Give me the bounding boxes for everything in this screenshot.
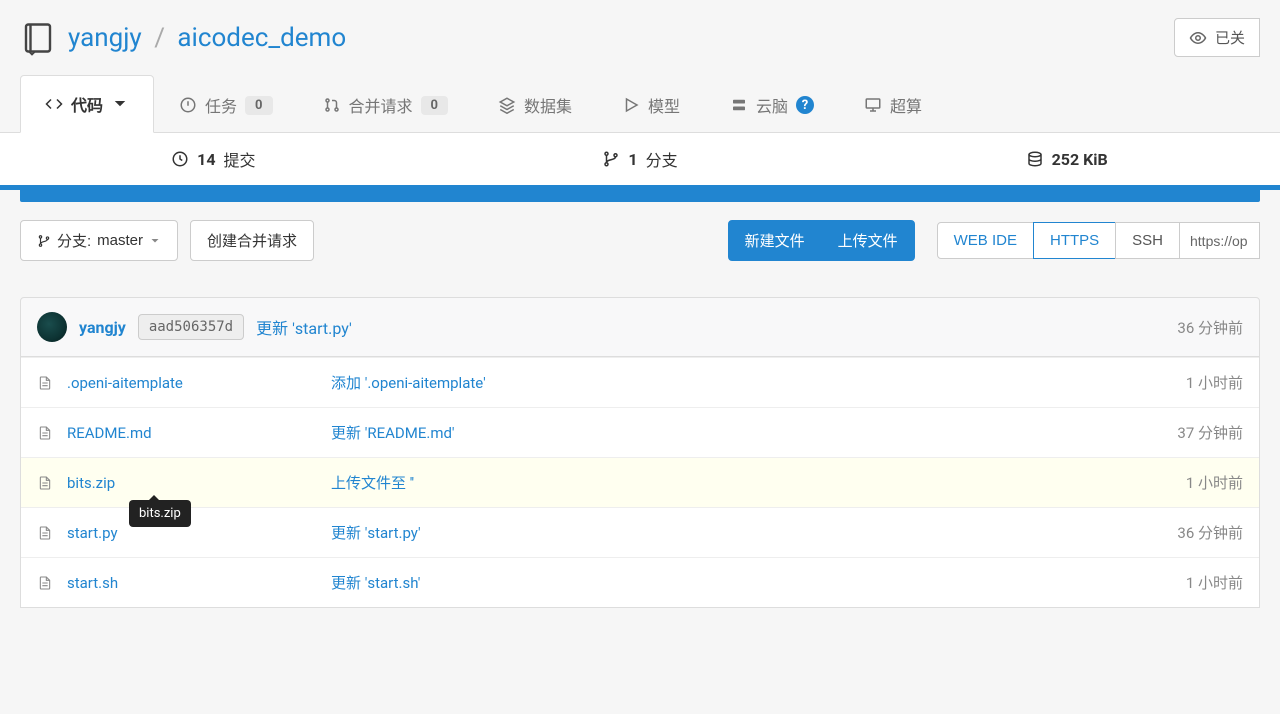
commits-count: 14 xyxy=(197,150,215,169)
latest-commit-bar: yangjy aad506357d 更新 'start.py' 36 分钟前 xyxy=(20,297,1260,357)
issue-icon xyxy=(179,96,197,114)
file-time: 37 分钟前 xyxy=(1177,422,1243,443)
pulls-count-badge: 0 xyxy=(421,96,448,115)
file-time: 1 小时前 xyxy=(1186,472,1243,493)
branch-prefix: 分支: xyxy=(57,230,91,251)
https-button[interactable]: HTTPS xyxy=(1033,222,1116,259)
history-icon xyxy=(171,150,189,168)
file-icon xyxy=(37,375,53,391)
tab-cloudbrain[interactable]: 云脑 ? xyxy=(705,76,839,133)
file-name-link[interactable]: .openi-aitemplate xyxy=(67,374,317,392)
tab-code-label: 代码 xyxy=(71,92,103,116)
tab-models-label: 模型 xyxy=(648,93,680,117)
clone-group: WEB IDE HTTPS SSH xyxy=(937,222,1260,259)
file-time: 1 小时前 xyxy=(1186,372,1243,393)
clone-url-input[interactable] xyxy=(1180,222,1260,259)
new-file-button[interactable]: 新建文件 xyxy=(728,220,822,261)
table-row: .openi-aitemplate 添加 '.openi-aitemplate' 1… xyxy=(21,357,1259,407)
breadcrumb-sep: / xyxy=(154,23,165,53)
tab-cloudbrain-label: 云脑 xyxy=(756,93,788,117)
file-table: .openi-aitemplate 添加 '.openi-aitemplate' 1… xyxy=(20,357,1260,608)
stat-branches[interactable]: 1 分支 xyxy=(427,133,854,185)
code-icon xyxy=(45,95,63,113)
breadcrumb: yangjy / aicodec_demo xyxy=(68,23,346,53)
file-icon xyxy=(37,475,53,491)
language-bar xyxy=(20,190,1260,202)
branch-icon xyxy=(37,234,51,248)
avatar[interactable] xyxy=(37,312,67,342)
repo-link[interactable]: aicodec_demo xyxy=(177,23,346,53)
table-row: README.md 更新 'README.md' 37 分钟前 xyxy=(21,407,1259,457)
table-row: start.sh 更新 'start.sh' 1 小时前 xyxy=(21,557,1259,607)
breadcrumb-wrap: yangjy / aicodec_demo xyxy=(20,20,346,56)
pull-request-icon xyxy=(323,96,341,114)
tab-datasets[interactable]: 数据集 xyxy=(473,76,597,133)
database-icon xyxy=(1026,150,1044,168)
server-icon xyxy=(730,96,748,114)
tab-pulls[interactable]: 合并请求 0 xyxy=(298,76,473,133)
owner-link[interactable]: yangjy xyxy=(68,23,142,53)
actions-row: 分支: master 创建合并请求 新建文件 上传文件 WEB IDE HTTP… xyxy=(0,202,1280,279)
commit-time: 36 分钟前 xyxy=(1177,317,1243,338)
file-name-link[interactable]: README.md xyxy=(67,424,317,442)
tab-supercompute[interactable]: 超算 xyxy=(839,76,947,133)
help-icon[interactable]: ? xyxy=(796,96,814,114)
stat-size: 252 KiB xyxy=(853,133,1280,185)
repo-size: 252 KiB xyxy=(1052,150,1108,169)
table-row: start.py 更新 'start.py' 36 分钟前 xyxy=(21,507,1259,557)
play-icon xyxy=(622,96,640,114)
issues-count-badge: 0 xyxy=(245,96,272,115)
repo-icon xyxy=(20,20,56,56)
stats-bar: 14 提交 1 分支 252 KiB xyxy=(0,133,1280,190)
ssh-button[interactable]: SSH xyxy=(1115,222,1180,259)
stat-commits[interactable]: 14 提交 xyxy=(0,133,427,185)
repo-header: yangjy / aicodec_demo 已关 xyxy=(0,0,1280,75)
watch-label: 已关 xyxy=(1215,27,1245,48)
file-name-link[interactable]: start.sh xyxy=(67,574,317,592)
tab-code[interactable]: 代码 xyxy=(20,75,154,133)
eye-icon xyxy=(1189,29,1207,47)
watch-button[interactable]: 已关 xyxy=(1174,18,1260,57)
chevron-down-icon xyxy=(111,95,129,113)
repo-tabs: 代码 任务 0 合并请求 0 数据集 模型 云脑 ? 超算 xyxy=(0,75,1280,133)
monitor-icon xyxy=(864,96,882,114)
tab-pulls-label: 合并请求 xyxy=(349,93,413,117)
branches-label: 分支 xyxy=(646,147,678,171)
web-ide-button[interactable]: WEB IDE xyxy=(937,222,1034,259)
commit-author[interactable]: yangjy xyxy=(79,318,126,337)
commits-label: 提交 xyxy=(224,147,256,171)
branch-icon xyxy=(602,150,620,168)
file-commit-msg[interactable]: 更新 'start.sh' xyxy=(331,572,1172,593)
create-pr-button[interactable]: 创建合并请求 xyxy=(190,220,314,261)
branch-name: master xyxy=(97,232,143,249)
file-commit-msg[interactable]: 添加 '.openi-aitemplate' xyxy=(331,372,1172,393)
branches-count: 1 xyxy=(628,150,637,169)
file-name-link[interactable]: start.py xyxy=(67,524,317,542)
file-actions-group: 新建文件 上传文件 xyxy=(728,220,915,261)
commit-message[interactable]: 更新 'start.py' xyxy=(256,315,352,339)
file-icon xyxy=(37,525,53,541)
file-commit-msg[interactable]: 更新 'README.md' xyxy=(331,422,1163,443)
file-time: 36 分钟前 xyxy=(1177,522,1243,543)
file-icon xyxy=(37,575,53,591)
file-commit-msg[interactable]: 更新 'start.py' xyxy=(331,522,1163,543)
tab-issues-label: 任务 xyxy=(205,93,237,117)
chevron-down-icon xyxy=(149,235,161,247)
tooltip: bits.zip xyxy=(129,500,191,527)
tab-issues[interactable]: 任务 0 xyxy=(154,76,297,133)
upload-file-button[interactable]: 上传文件 xyxy=(821,220,915,261)
commit-sha[interactable]: aad506357d xyxy=(138,314,244,340)
file-time: 1 小时前 xyxy=(1186,572,1243,593)
file-name-link[interactable]: bits.zip xyxy=(67,474,317,492)
file-icon xyxy=(37,425,53,441)
branch-selector[interactable]: 分支: master xyxy=(20,220,178,261)
tab-models[interactable]: 模型 xyxy=(597,76,705,133)
file-commit-msg[interactable]: 上传文件至 '' xyxy=(331,472,1172,493)
table-row: bits.zip上传文件至 ''1 小时前bits.zip xyxy=(21,457,1259,507)
tab-datasets-label: 数据集 xyxy=(524,93,572,117)
tab-supercompute-label: 超算 xyxy=(890,93,922,117)
layers-icon xyxy=(498,96,516,114)
